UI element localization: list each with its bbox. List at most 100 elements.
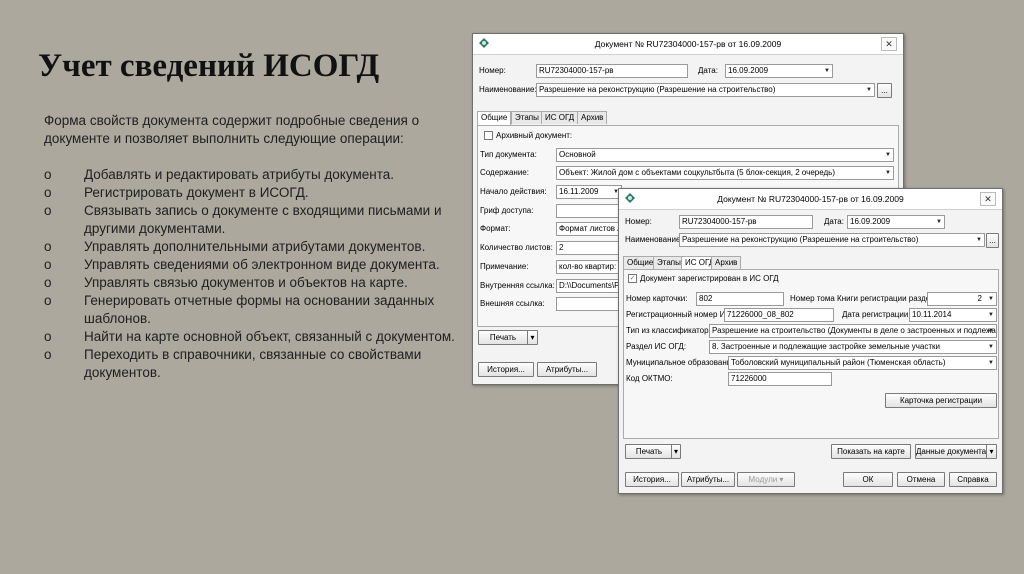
reg-date-label: Дата регистрации: bbox=[842, 310, 911, 319]
registration-card-button[interactable]: Карточка регистрации bbox=[885, 393, 997, 408]
number-field[interactable]: RU72304000-157-рв bbox=[679, 215, 813, 229]
ellipsis-button[interactable]: ... bbox=[877, 83, 892, 98]
name-field[interactable]: Разрешение на реконструкцию (Разрешение … bbox=[679, 233, 985, 247]
modules-label: Модули bbox=[748, 475, 778, 484]
tab-general[interactable]: Общие bbox=[477, 111, 512, 125]
external-link-field[interactable] bbox=[556, 297, 622, 311]
field-label: Внутренняя ссылка: bbox=[480, 281, 555, 290]
document-data-button[interactable]: Данные документа bbox=[915, 444, 987, 459]
municipal-label: Муниципальное образование: bbox=[626, 358, 738, 367]
chevron-down-icon[interactable]: ▾ bbox=[527, 330, 538, 345]
ellipsis-button[interactable]: ... bbox=[986, 233, 999, 248]
bullet-marker: o bbox=[44, 167, 52, 182]
field-label: Примечание: bbox=[480, 262, 529, 271]
chevron-down-icon[interactable]: ▼ bbox=[974, 234, 984, 246]
chevron-down-icon[interactable]: ▾ bbox=[671, 444, 681, 459]
chevron-down-icon[interactable]: ▼ bbox=[986, 309, 996, 321]
doc-type-value: Основной bbox=[559, 150, 596, 159]
list-item-text: Связывать запись о документе с входящими… bbox=[84, 203, 442, 236]
chevron-down-icon[interactable]: ▼ bbox=[822, 65, 832, 77]
list-item-text: Генерировать отчетные формы на основании… bbox=[84, 293, 435, 326]
help-button[interactable]: Справка bbox=[949, 472, 997, 487]
registered-checkbox-row[interactable]: ✓ Документ зарегистрирован в ИС ОГД bbox=[628, 274, 779, 284]
classifier-select[interactable]: Разрешение на строительство (Документы в… bbox=[709, 324, 997, 338]
bullet-marker: o bbox=[44, 275, 52, 290]
date-field[interactable]: 16.09.2009 ▼ bbox=[725, 64, 833, 78]
date-field[interactable]: 16.09.2009 ▼ bbox=[847, 215, 945, 229]
number-field[interactable]: RU72304000-157-рв bbox=[536, 64, 688, 78]
show-on-map-button[interactable]: Показать на карте bbox=[831, 444, 911, 459]
tab-archive[interactable]: Архив bbox=[577, 111, 608, 124]
document-window-front: Документ № RU72304000-157-рв от 16.09.20… bbox=[618, 188, 1003, 494]
print-button[interactable]: Печать bbox=[478, 330, 528, 345]
chevron-down-icon[interactable]: ▼ bbox=[986, 357, 996, 369]
chevron-down-icon[interactable]: ▼ bbox=[883, 167, 893, 179]
section-select[interactable]: 8. Застроенные и подлежащие застройке зе… bbox=[709, 340, 997, 354]
registered-checkbox[interactable]: ✓ bbox=[628, 274, 637, 284]
start-date-field[interactable]: 16.11.2009 ▼ bbox=[556, 185, 622, 199]
window-titlebar[interactable]: Документ № RU72304000-157-рв от 16.09.20… bbox=[473, 34, 903, 55]
reg-date-value: 10.11.2014 bbox=[912, 310, 952, 319]
list-item-text: Управлять сведениями об электронном виде… bbox=[84, 257, 440, 272]
slide-intro: Форма свойств документа содержит подробн… bbox=[44, 113, 420, 146]
field-label: Формат: bbox=[480, 224, 511, 233]
chevron-down-icon[interactable]: ▼ bbox=[986, 341, 996, 353]
name-label: Наименование: bbox=[479, 85, 537, 94]
field-label: Содержание: bbox=[480, 168, 529, 177]
bullet-marker: o bbox=[44, 203, 52, 218]
ok-button[interactable]: ОК bbox=[843, 472, 893, 487]
bullet-marker: o bbox=[44, 293, 52, 308]
archive-checkbox-row[interactable]: Архивный документ: bbox=[484, 131, 572, 141]
field-label: Начало действия: bbox=[480, 187, 547, 196]
slide-title: Учет сведений ИСОГД bbox=[38, 48, 380, 84]
tab-isogd[interactable]: ИС ОГД bbox=[541, 111, 579, 124]
print-button[interactable]: Печать bbox=[625, 444, 673, 459]
list-item-text: Регистрировать документ в ИСОГД. bbox=[84, 185, 309, 200]
date-value: 16.09.2009 bbox=[850, 217, 891, 226]
date-label: Дата: bbox=[824, 217, 844, 226]
list-item: o Найти на карте основной объект, связанн… bbox=[44, 328, 464, 346]
name-field[interactable]: Разрешение на реконструкцию (Разрешение … bbox=[536, 83, 875, 97]
window-title: Документ № RU72304000-157-рв от 16.09.20… bbox=[594, 39, 782, 49]
archive-checkbox[interactable] bbox=[484, 131, 493, 141]
chevron-down-icon[interactable]: ▼ bbox=[883, 149, 893, 161]
format-field[interactable]: Формат листов А bbox=[556, 222, 622, 236]
sheets-field[interactable]: 2 bbox=[556, 241, 622, 255]
list-item: o Связывать запись о документе с входящим… bbox=[44, 202, 464, 238]
cancel-button[interactable]: Отмена bbox=[897, 472, 945, 487]
history-button[interactable]: История... bbox=[625, 472, 679, 487]
municipal-select[interactable]: Тоболовский муниципальный район (Тюменск… bbox=[728, 356, 997, 370]
section-value: 8. Застроенные и подлежащие застройке зе… bbox=[712, 342, 941, 351]
content-value: Объект: Жилой дом с объектами соцкультбы… bbox=[559, 168, 836, 177]
attributes-button[interactable]: Атрибуты... bbox=[681, 472, 735, 487]
name-label: Наименование: bbox=[625, 235, 683, 244]
tab-archive[interactable]: Архив bbox=[711, 256, 742, 269]
municipal-value: Тоболовский муниципальный район (Тюменск… bbox=[731, 358, 946, 367]
tab-stages[interactable]: Этапы bbox=[511, 111, 543, 124]
close-icon[interactable]: ✕ bbox=[980, 192, 996, 206]
chevron-down-icon[interactable]: ▾ bbox=[986, 444, 997, 459]
history-button[interactable]: История... bbox=[478, 362, 534, 377]
classifier-value: Разрешение на строительство (Документы в… bbox=[712, 326, 997, 335]
chevron-down-icon[interactable]: ▼ bbox=[986, 325, 996, 337]
note-field[interactable]: кол-во квартир: bbox=[556, 260, 622, 274]
close-icon[interactable]: ✕ bbox=[881, 37, 897, 51]
card-no-field[interactable]: 802 bbox=[696, 292, 784, 306]
card-no-label: Номер карточки: bbox=[626, 294, 688, 303]
window-titlebar[interactable]: Документ № RU72304000-157-рв от 16.09.20… bbox=[619, 189, 1002, 210]
content-select[interactable]: Объект: Жилой дом с объектами соцкультбы… bbox=[556, 166, 894, 180]
oktmo-field[interactable]: 71226000 bbox=[728, 372, 832, 386]
chevron-down-icon[interactable]: ▼ bbox=[864, 84, 874, 96]
list-item-text: Добавлять и редактировать атрибуты докум… bbox=[84, 167, 394, 182]
oktmo-label: Код ОКТМО: bbox=[626, 374, 673, 383]
volume-field[interactable]: 2 ▼ bbox=[927, 292, 997, 306]
internal-link-field[interactable]: D:\\Documents\Ра bbox=[556, 279, 622, 293]
attributes-button[interactable]: Атрибуты... bbox=[537, 362, 597, 377]
tab-bar: Общие Этапы ИС ОГД Архив bbox=[477, 111, 777, 125]
chevron-down-icon[interactable]: ▼ bbox=[986, 293, 996, 305]
doc-type-select[interactable]: Основной ▼ bbox=[556, 148, 894, 162]
reg-date-field[interactable]: 10.11.2014 ▼ bbox=[909, 308, 997, 322]
chevron-down-icon[interactable]: ▼ bbox=[934, 216, 944, 228]
reg-no-field[interactable]: 71226000_08_802 bbox=[724, 308, 834, 322]
access-field[interactable] bbox=[556, 204, 622, 218]
